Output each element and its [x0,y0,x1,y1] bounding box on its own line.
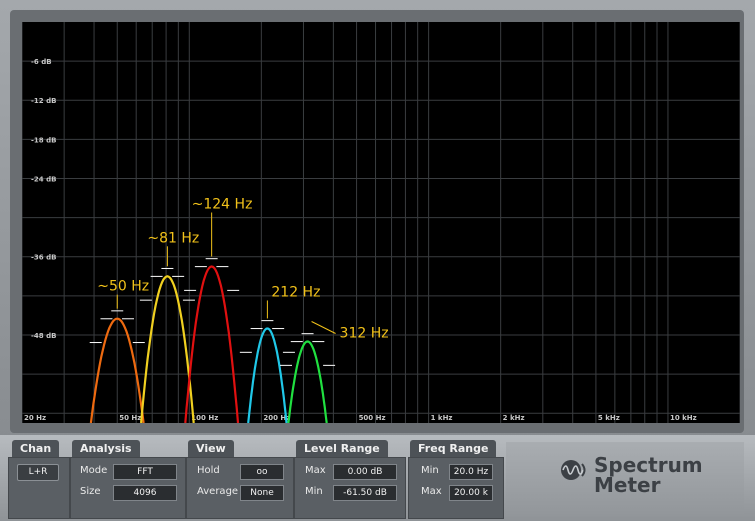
x-tick-label: 5 kHz [598,414,620,422]
x-tick-label: 10 kHz [670,414,697,422]
average-field[interactable]: None [240,485,284,501]
waveform-logo-icon [561,460,586,480]
mode-label: Mode [80,465,108,476]
annotation-leader-line [311,321,336,334]
size-field[interactable]: 4096 [113,485,177,501]
x-tick-label: 20 Hz [24,414,46,422]
level-min-label: Min [305,486,323,497]
peak-annotation-label: ~50 Hz [97,279,149,295]
average-label: Average [197,486,239,497]
peak-annotation-label: 312 Hz [340,325,389,341]
peak-annotation-label: ~124 Hz [192,197,253,213]
freq-max-label: Max [421,486,442,497]
x-tick-label: 2 kHz [503,414,525,422]
freq-max-field[interactable]: 20.00 k [449,485,493,501]
spectrum-peak-curve [247,327,288,424]
spectrum-chart: -6 dB -12 dB -18 dB -24 dB -36 dB -48 dB 20 Hz… [21,22,741,424]
channel-button[interactable]: L+R [17,464,59,481]
level-max-field[interactable]: 0.00 dB [333,464,397,480]
y-tick-label: -36 dB [31,254,56,262]
y-tick-label: -24 dB [31,175,56,183]
spectrum-meter-window: -6 dB -12 dB -18 dB -24 dB -36 dB -48 dB 20 Hz… [0,0,755,521]
freq-min-field[interactable]: 20.0 Hz [449,464,493,480]
y-tick-label: -18 dB [31,136,56,144]
y-tick-label: -6 dB [31,58,52,66]
hold-field[interactable]: oo [240,464,284,480]
x-tick-label: 100 Hz [191,414,218,422]
peak-annotation-label: 212 Hz [271,284,320,300]
level-max-label: Max [305,465,326,476]
spectrum-plot: -6 dB -12 dB -18 dB -24 dB -36 dB -48 dB 20 Hz… [21,22,741,424]
level-range-section: Max 0.00 dB Min -61.50 dB [294,457,406,519]
brand-area: Spectrum Meter [506,442,744,516]
x-tick-label: 50 Hz [119,414,141,422]
level-min-field[interactable]: -61.50 dB [333,485,397,501]
size-label: Size [80,486,101,497]
freq-min-label: Min [421,465,439,476]
level-range-section-title: Level Range [296,440,388,457]
chan-section: L+R [8,457,70,519]
freq-range-section: Min 20.0 Hz Max 20.00 k [408,457,504,519]
spectrum-peak-curve [140,275,195,424]
hold-label: Hold [197,465,220,476]
freq-range-section-title: Freq Range [410,440,497,457]
peak-annotation-label: ~81 Hz [147,230,199,246]
product-name-line2: Meter [594,473,661,497]
view-section-title: View [188,440,234,457]
x-tick-label: 500 Hz [359,414,386,422]
chan-section-title: Chan [12,440,60,457]
mode-field[interactable]: FFT [113,464,177,480]
spectrum-peak-curve [287,340,328,424]
x-tick-label: 1 kHz [431,414,453,422]
view-section: Hold oo Average None [186,457,294,519]
analysis-section-title: Analysis [72,440,140,457]
y-tick-label: -48 dB [31,332,56,340]
y-tick-label: -12 dB [31,97,56,105]
analysis-section: Mode FFT Size 4096 [70,457,186,519]
